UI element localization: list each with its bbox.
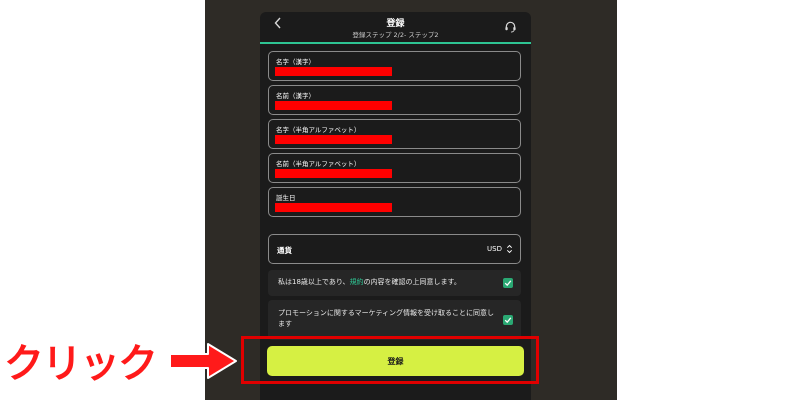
page-title: 登録	[386, 19, 405, 29]
age-consent-text: 私は18歳以上であり、規約の内容を確認の上同意します。	[278, 277, 461, 288]
redacted-value	[275, 101, 392, 110]
age-consent-checkbox[interactable]	[503, 278, 513, 288]
header: 登録 登録ステップ 2/2- ステップ2	[260, 12, 531, 44]
promo-consent-text: プロモーションに関するマーケティング情報を受け取ることに同意します	[278, 309, 495, 328]
register-submit-button[interactable]: 登録	[267, 346, 524, 376]
birthday-field[interactable]: 誕生日	[268, 187, 521, 217]
check-icon	[504, 317, 512, 324]
redacted-value	[275, 135, 392, 144]
last-name-kanji-field[interactable]: 名字（漢字）	[268, 51, 521, 81]
first-name-kanji-field[interactable]: 名前（漢字）	[268, 85, 521, 115]
field-label: 名前（半角アルファベット）	[276, 160, 361, 168]
field-label: 誕生日	[276, 194, 296, 202]
consent-text-part: 私は18歳以上であり、	[278, 278, 350, 286]
currency-select[interactable]: 通貨 USD	[268, 234, 521, 264]
field-label: 名前（漢字）	[276, 92, 315, 100]
check-icon	[504, 280, 512, 287]
up-down-chevron-icon	[506, 244, 513, 254]
last-name-alphabet-field[interactable]: 名字（半角アルファベット）	[268, 119, 521, 149]
currency-label: 通貨	[277, 246, 292, 255]
field-label: 名字（漢字）	[276, 58, 315, 66]
promo-consent-checkbox[interactable]	[503, 315, 513, 325]
headset-icon[interactable]	[504, 20, 517, 33]
age-consent-row: 私は18歳以上であり、規約の内容を確認の上同意します。	[268, 270, 521, 296]
redacted-value	[275, 203, 392, 212]
redacted-value	[275, 169, 392, 178]
step-indicator: 登録ステップ 2/2- ステップ2	[352, 31, 439, 39]
terms-link[interactable]: 規約	[350, 278, 364, 286]
first-name-alphabet-field[interactable]: 名前（半角アルファベット）	[268, 153, 521, 183]
field-label: 名字（半角アルファベット）	[276, 126, 361, 134]
click-annotation-label: クリック	[3, 340, 159, 388]
arrow-right-icon	[169, 343, 237, 379]
currency-value: USD	[487, 245, 502, 253]
promo-consent-row: プロモーションに関するマーケティング情報を受け取ることに同意します	[268, 300, 521, 340]
redacted-value	[275, 67, 392, 76]
consent-text-part: の内容を確認の上同意します。	[363, 278, 461, 286]
